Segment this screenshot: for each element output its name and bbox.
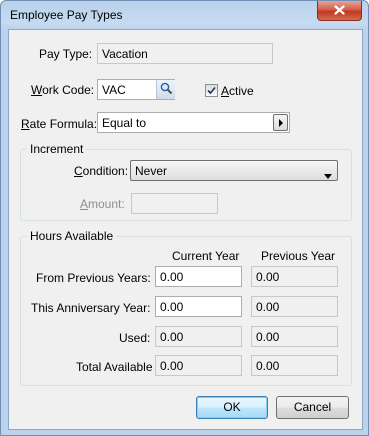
previous-year-header: Previous Year xyxy=(261,249,336,263)
close-icon xyxy=(334,4,345,18)
magnifier-icon xyxy=(160,82,173,98)
total-available-label: Total Available xyxy=(76,360,153,374)
pay-type-label: Pay Type: xyxy=(39,47,93,61)
amount-field xyxy=(131,193,218,214)
this-anniversary-year-previous-field: 0.00 xyxy=(251,296,338,317)
work-code-value: VAC xyxy=(102,83,126,97)
increment-group-title: Increment xyxy=(27,142,87,156)
amount-label: Amount: xyxy=(80,197,125,211)
checkmark-icon xyxy=(207,84,216,98)
this-anniversary-year-current-input[interactable]: 0.00 xyxy=(155,296,242,317)
work-code-label: Work Code: xyxy=(31,83,95,97)
work-code-label-text: ork Code: xyxy=(42,83,95,97)
condition-label: Condition: xyxy=(74,164,129,178)
total-available-previous-field: 0.00 xyxy=(251,355,338,376)
ok-button[interactable]: OK xyxy=(196,396,268,419)
hours-available-group: Hours Available Current Year Previous Ye… xyxy=(20,229,352,386)
rate-formula-field[interactable]: Equal to xyxy=(97,112,290,133)
pay-type-field: Vacation xyxy=(97,43,273,64)
rate-formula-arrow-button[interactable] xyxy=(273,114,288,131)
current-year-header: Current Year xyxy=(172,249,240,263)
condition-value: Never xyxy=(135,164,168,178)
close-button[interactable] xyxy=(317,1,362,21)
hours-available-group-title: Hours Available xyxy=(27,229,117,243)
total-available-current-field: 0.00 xyxy=(155,355,242,376)
work-code-lookup-button[interactable] xyxy=(156,80,175,99)
this-anniversary-year-label: This Anniversary Year: xyxy=(31,301,151,315)
window-title: Employee Pay Types xyxy=(10,8,123,22)
title-bar[interactable]: Employee Pay Types xyxy=(1,1,368,29)
active-checkbox[interactable] xyxy=(205,84,218,97)
dialog-window: Employee Pay Types Pay Type: Vacation Wo… xyxy=(0,0,369,436)
used-label: Used: xyxy=(119,331,151,345)
chevron-down-icon xyxy=(324,168,332,182)
rate-formula-label: Rate Formula: xyxy=(21,117,98,131)
dialog-body: Pay Type: Vacation Work Code: VAC Active… xyxy=(8,29,363,430)
arrow-right-icon xyxy=(278,116,284,130)
used-previous-field: 0.00 xyxy=(251,326,338,347)
from-previous-years-previous-field: 0.00 xyxy=(251,266,338,287)
increment-group: Increment Condition: Never Amount: xyxy=(20,142,352,221)
active-label: Active xyxy=(221,84,254,98)
from-previous-years-label: From Previous Years: xyxy=(36,271,151,285)
from-previous-years-current-input[interactable]: 0.00 xyxy=(155,266,242,287)
condition-select[interactable]: Never xyxy=(130,160,338,181)
cancel-button[interactable]: Cancel xyxy=(276,396,349,419)
used-current-field: 0.00 xyxy=(155,326,242,347)
